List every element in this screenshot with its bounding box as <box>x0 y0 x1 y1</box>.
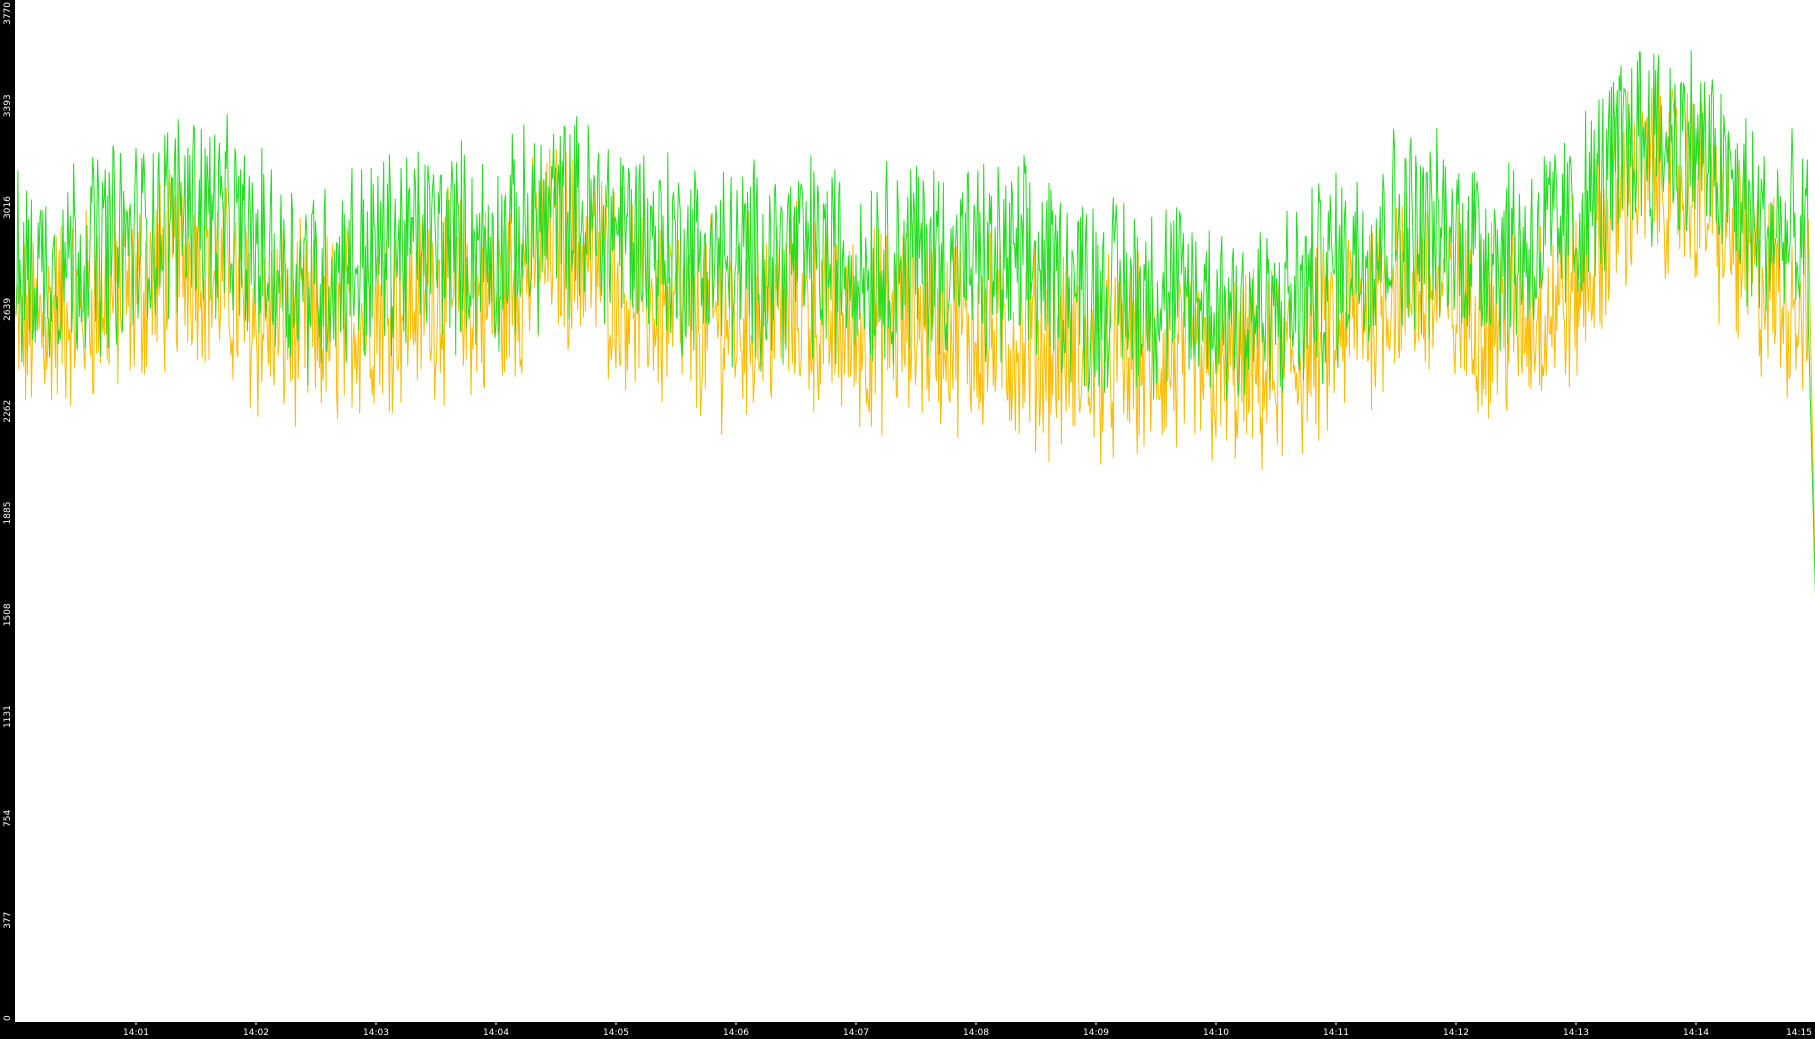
x-axis-band <box>0 1022 1815 1039</box>
y-tick-label: 3770 <box>3 2 13 25</box>
x-tick-label: 14:12 <box>1443 1028 1469 1038</box>
x-tick-label: 14:04 <box>483 1028 509 1038</box>
x-tick-label: 14:06 <box>723 1028 749 1038</box>
chart-svg: 037775411311508188522622639301633933770 … <box>0 0 1815 1039</box>
line-chart: 0 377 754 1131 1508 1885 2262 2639 3016 3393 3770 … <box>0 0 1815 1039</box>
plot-background <box>0 0 1815 1039</box>
x-tick-label: 14:13 <box>1563 1028 1589 1038</box>
y-tick-label: 1885 <box>3 502 13 525</box>
y-tick-label: 3393 <box>3 94 13 117</box>
x-tick-label: 14:08 <box>963 1028 989 1038</box>
x-tick-label: 14:01 <box>123 1028 149 1038</box>
y-tick-label: 2262 <box>3 400 13 423</box>
x-tick-label: 14:07 <box>843 1028 869 1038</box>
y-tick-label: 0 <box>3 1015 13 1021</box>
x-tick-label: 14:14 <box>1683 1028 1709 1038</box>
y-tick-label: 1508 <box>3 603 13 626</box>
y-tick-label: 2639 <box>3 298 13 321</box>
x-tick-label: 14:05 <box>603 1028 629 1038</box>
y-tick-label: 1131 <box>3 705 13 728</box>
y-tick-label: 3016 <box>3 196 13 219</box>
x-tick-label: 14:10 <box>1203 1028 1229 1038</box>
y-tick-label: 377 <box>3 912 13 929</box>
x-tick-label: 14:09 <box>1083 1028 1109 1038</box>
x-tick-label: 14:11 <box>1323 1028 1349 1038</box>
x-tick-label: 14:03 <box>363 1028 389 1038</box>
x-tick-label: 14:02 <box>243 1028 269 1038</box>
y-tick-label: 754 <box>3 810 13 827</box>
x-tick-label: 14:15 <box>1786 1028 1812 1038</box>
